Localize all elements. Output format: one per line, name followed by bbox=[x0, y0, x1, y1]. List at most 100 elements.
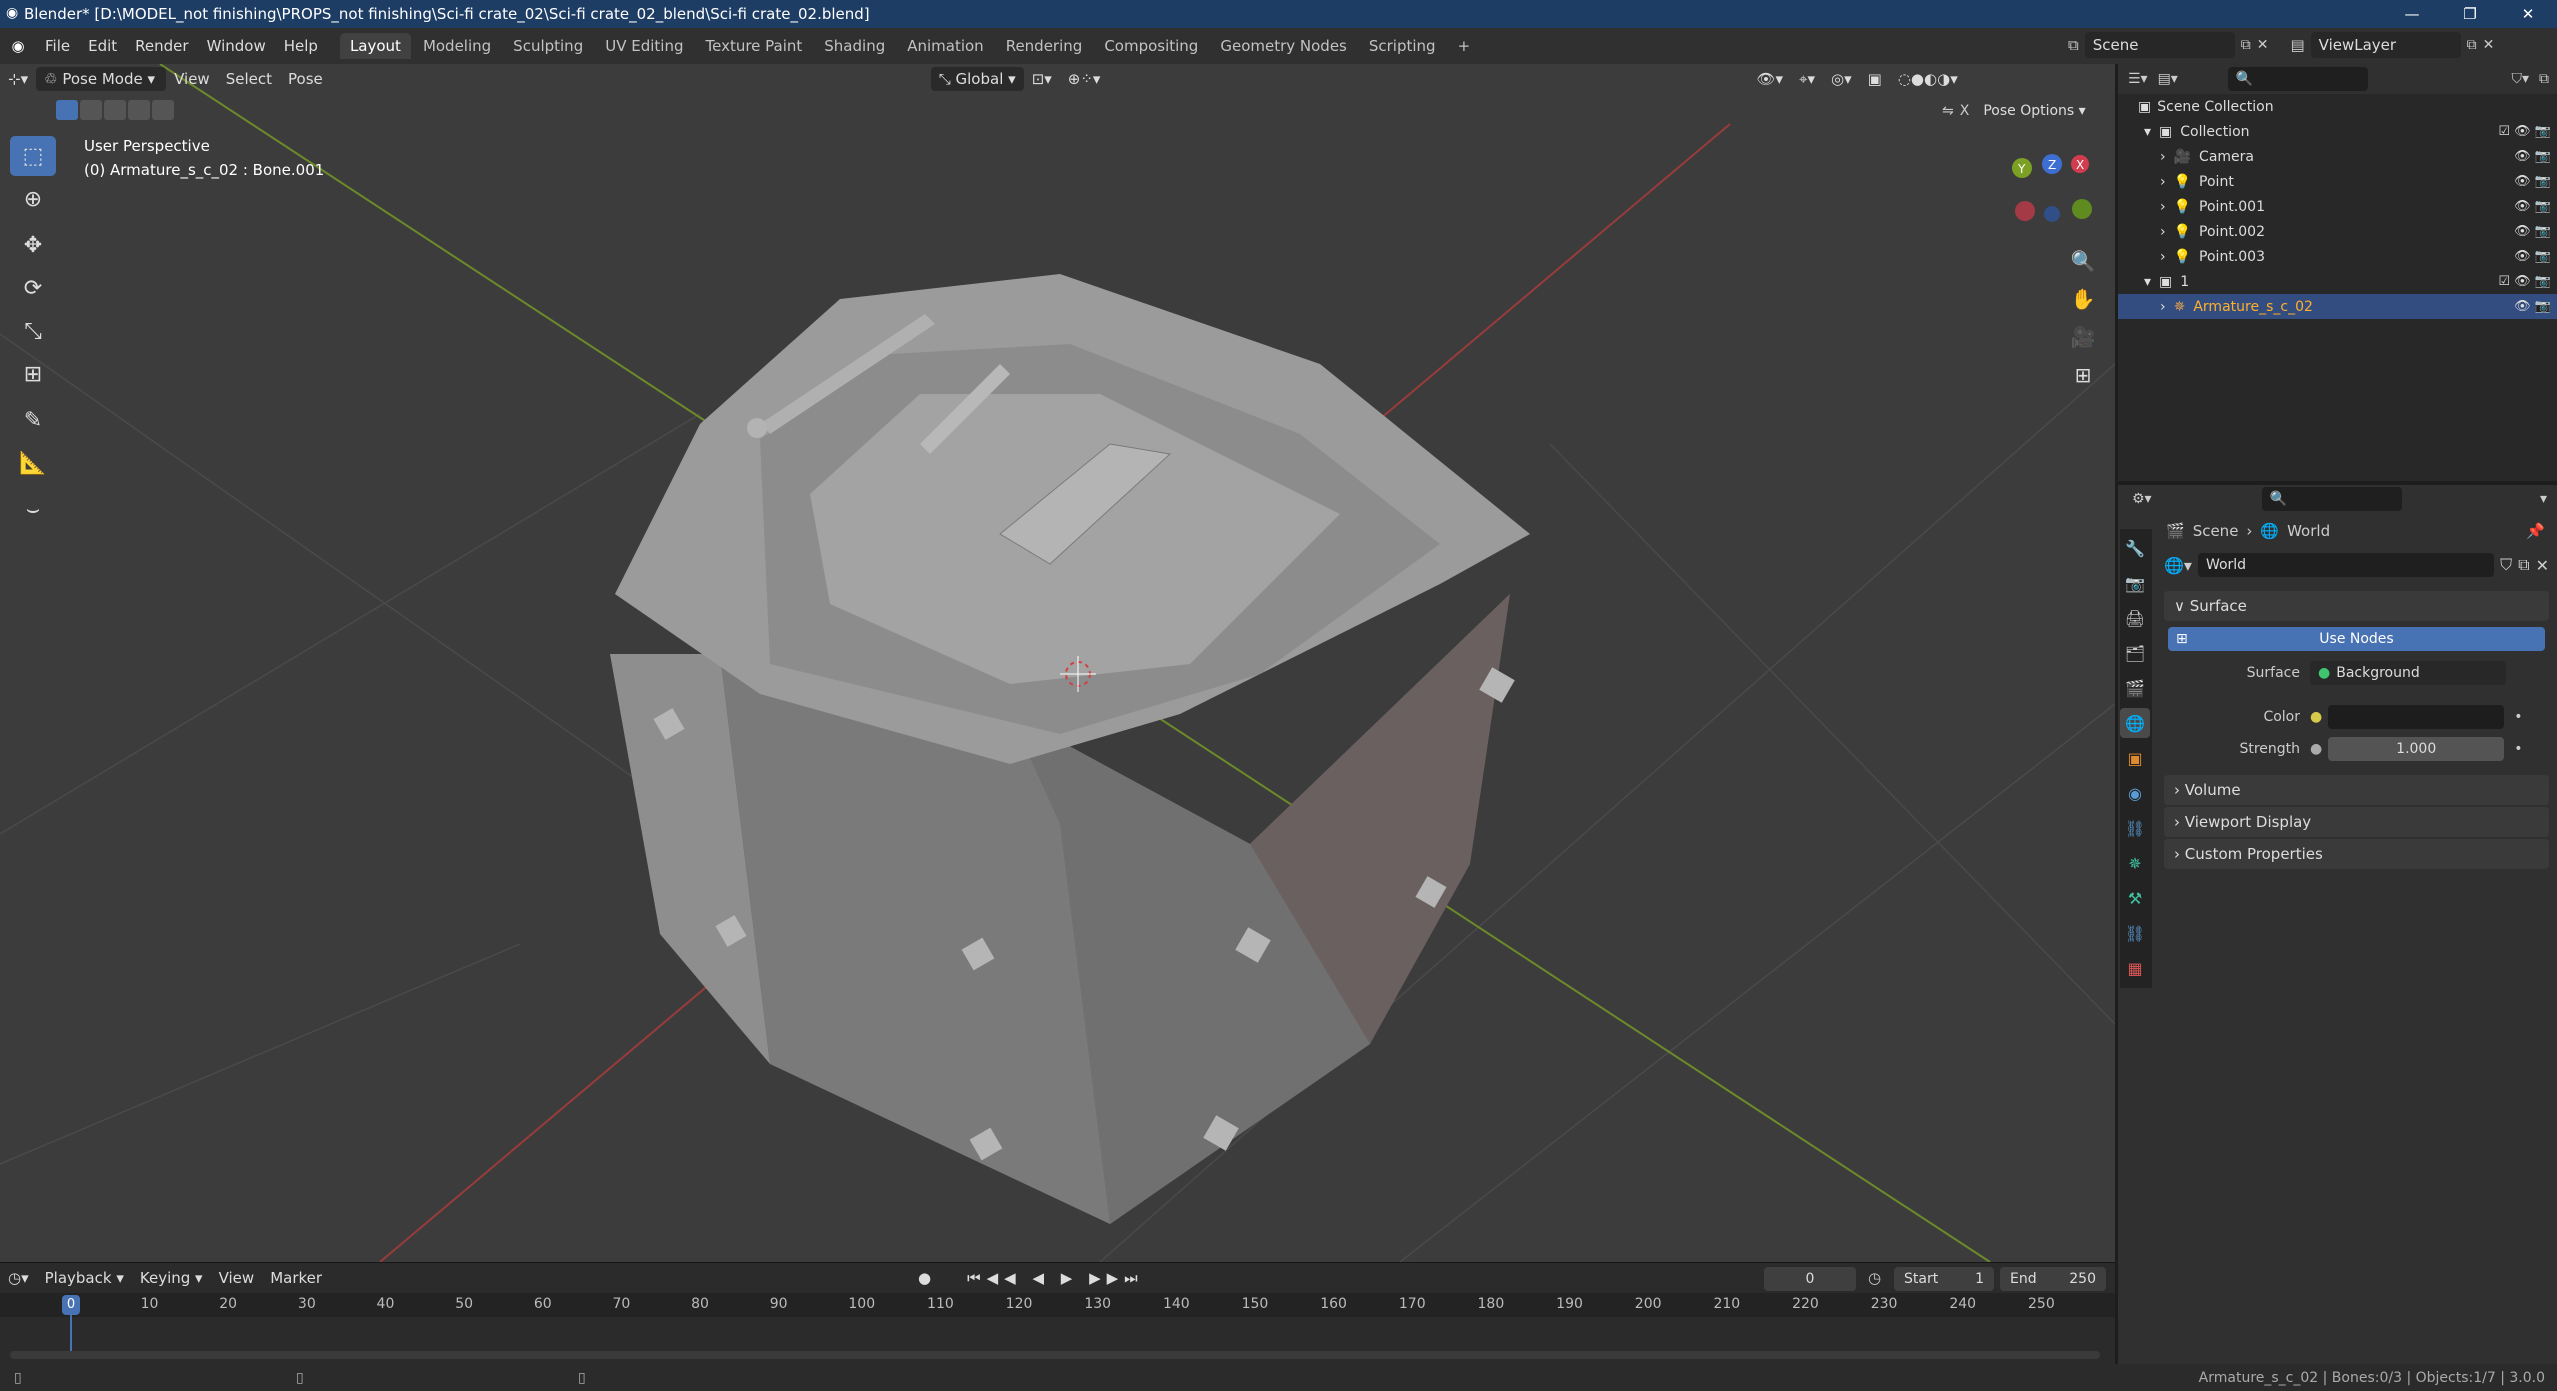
ortho-grid-icon[interactable]: ⊞ bbox=[2066, 358, 2100, 392]
shading-modes-icon[interactable]: ◌●◐◑▾ bbox=[1890, 67, 1966, 91]
viewlayer-field[interactable]: ViewLayer bbox=[2310, 32, 2461, 58]
zoom-icon[interactable]: 🔍 bbox=[2066, 244, 2100, 278]
scene-new-icon[interactable]: ⧉ bbox=[2241, 32, 2251, 58]
expand-toggle-icon[interactable]: › bbox=[2160, 249, 2166, 265]
use-nodes-button[interactable]: ⊞ Use Nodes bbox=[2168, 627, 2545, 651]
visibility-toggles[interactable]: 👁 📷 bbox=[2514, 174, 2551, 189]
menu-window[interactable]: Window bbox=[198, 37, 275, 55]
tab-modeling[interactable]: Modeling bbox=[413, 33, 501, 59]
visibility-toggles[interactable]: ☑ 👁 📷 bbox=[2498, 124, 2551, 139]
measure-tool[interactable]: 📐 bbox=[10, 443, 56, 483]
scene-field[interactable]: Scene bbox=[2084, 32, 2235, 58]
view-layer-tab-icon[interactable]: 🗂 bbox=[2120, 638, 2150, 668]
fake-user-icon[interactable]: ⛉ bbox=[2500, 555, 2512, 575]
visibility-toggles[interactable]: 👁 📷 bbox=[2514, 199, 2551, 214]
outliner[interactable]: ☰▾ ▤▾ 🔍 ⛉▾ ⧉ ▣ Scene Collection ▾ ▣ Collec… bbox=[2118, 64, 2557, 481]
outliner-row[interactable]: › 💡 Point.002 👁 📷 bbox=[2118, 219, 2557, 244]
scene-remove-icon[interactable]: ✕ bbox=[2257, 32, 2269, 58]
visibility-toggles[interactable]: 👁 📷 bbox=[2514, 224, 2551, 239]
add-workspace-button[interactable]: + bbox=[1448, 33, 1481, 59]
properties-search-input[interactable]: 🔍 bbox=[2261, 487, 2402, 511]
annotate-tool[interactable]: ✎ bbox=[10, 400, 56, 440]
gizmo-toggle-icon[interactable]: ⌖▾ bbox=[1791, 67, 1823, 91]
move-tool[interactable]: ✥ bbox=[10, 225, 56, 265]
record-icon[interactable]: ● bbox=[910, 1266, 939, 1290]
menu-render[interactable]: Render bbox=[126, 37, 197, 55]
surface-panel-header[interactable]: ∨ Surface bbox=[2164, 591, 2549, 621]
expand-toggle-icon[interactable]: › bbox=[2160, 149, 2166, 165]
transform-tool[interactable]: ⊞ bbox=[10, 354, 56, 394]
menu-timeline-view[interactable]: View bbox=[211, 1266, 263, 1290]
pin-icon[interactable]: 📌 bbox=[2526, 522, 2545, 540]
mode-selector[interactable]: ♲ Pose Mode ▾ bbox=[36, 67, 167, 91]
camera-view-icon[interactable]: 🎥 bbox=[2066, 320, 2100, 354]
orientation-selector[interactable]: ⤡ Global ▾ bbox=[930, 67, 1024, 91]
menu-pose[interactable]: Pose bbox=[280, 67, 331, 91]
world-tab-icon[interactable]: 🌐 bbox=[2120, 708, 2150, 738]
current-frame-field[interactable]: 0 bbox=[1764, 1267, 1856, 1291]
select-invert-icon[interactable] bbox=[128, 100, 150, 120]
tab-scripting[interactable]: Scripting bbox=[1359, 33, 1446, 59]
bone-constraints-tab-icon[interactable]: ⛓ bbox=[2120, 918, 2150, 948]
constraints-tab-icon[interactable]: ⛓ bbox=[2120, 813, 2150, 843]
tab-texture-paint[interactable]: Texture Paint bbox=[695, 33, 812, 59]
outliner-row[interactable]: › 💡 Point 👁 📷 bbox=[2118, 169, 2557, 194]
properties-editor[interactable]: ⚙▾ 🔍 ▾ 🔧 📷 🖨 🗂 🎬 🌐 ▣ ◉ ⛓ ✵ ⚒ ⛓ ▦ 🎬 Scene… bbox=[2118, 485, 2557, 1364]
menu-help[interactable]: Help bbox=[275, 37, 327, 55]
outliner-row[interactable]: › ✵ Armature_s_c_02 👁 📷 bbox=[2118, 294, 2557, 319]
output-tab-icon[interactable]: 🖨 bbox=[2120, 603, 2150, 633]
blender-menu-icon[interactable]: ◉ bbox=[0, 37, 36, 55]
expand-toggle-icon[interactable]: › bbox=[2160, 174, 2166, 190]
tab-uv-editing[interactable]: UV Editing bbox=[595, 33, 693, 59]
tab-rendering[interactable]: Rendering bbox=[996, 33, 1093, 59]
surface-shader-field[interactable]: ● Background bbox=[2310, 661, 2506, 685]
outliner-row[interactable]: ▾ ▣ 1 ☑ 👁 📷 bbox=[2118, 269, 2557, 294]
new-collection-icon[interactable]: ⧉ bbox=[2539, 71, 2549, 87]
expand-toggle-icon[interactable]: ▾ bbox=[2144, 274, 2151, 290]
pan-hand-icon[interactable]: ✋ bbox=[2066, 282, 2100, 316]
outliner-row[interactable]: › 💡 Point.001 👁 📷 bbox=[2118, 194, 2557, 219]
expand-toggle-icon[interactable]: › bbox=[2160, 224, 2166, 240]
render-tab-icon[interactable]: 📷 bbox=[2120, 568, 2150, 598]
visibility-toggles[interactable]: ☑ 👁 📷 bbox=[2498, 274, 2551, 289]
overlay-toggle-icon[interactable]: ◎▾ bbox=[1823, 67, 1860, 91]
menu-playback[interactable]: Playback ▾ bbox=[37, 1266, 132, 1290]
tab-animation[interactable]: Animation bbox=[897, 33, 993, 59]
outliner-editor-icon[interactable]: ☰▾ bbox=[2128, 71, 2148, 87]
properties-editor-icon[interactable]: ⚙▾ bbox=[2132, 491, 2152, 507]
color-keyframe-icon[interactable]: • bbox=[2514, 709, 2522, 725]
menu-edit[interactable]: Edit bbox=[79, 37, 126, 55]
outliner-root-row[interactable]: ▣ Scene Collection bbox=[2118, 94, 2557, 119]
cursor-tool[interactable]: ⊕ bbox=[10, 179, 56, 219]
snap-icon[interactable]: ⊕⁘▾ bbox=[1060, 67, 1109, 91]
start-frame-field[interactable]: Start 1 bbox=[1894, 1267, 1994, 1291]
x-mirror-toggle[interactable]: X bbox=[1960, 103, 1970, 119]
scene-tab-icon[interactable]: 🎬 bbox=[2120, 673, 2150, 703]
select-extend-icon[interactable] bbox=[80, 100, 102, 120]
scene-browse-icon[interactable]: ⧉ bbox=[2068, 32, 2079, 58]
select-intersect-icon[interactable] bbox=[152, 100, 174, 120]
menu-marker[interactable]: Marker bbox=[262, 1266, 330, 1290]
menu-select[interactable]: Select bbox=[218, 67, 280, 91]
outliner-row[interactable]: ▾ ▣ Collection ☑ 👁 📷 bbox=[2118, 119, 2557, 144]
maximize-button[interactable]: ❐ bbox=[2441, 0, 2499, 28]
tool-tab-icon[interactable]: 🔧 bbox=[2120, 533, 2150, 563]
rotate-tool[interactable]: ⟳ bbox=[10, 268, 56, 308]
visibility-toggles[interactable]: 👁 📷 bbox=[2514, 149, 2551, 164]
strength-keyframe-icon[interactable]: • bbox=[2514, 741, 2522, 757]
expand-toggle-icon[interactable]: ▾ bbox=[2144, 124, 2151, 140]
outliner-search-input[interactable]: 🔍 bbox=[2227, 67, 2368, 91]
3d-viewport[interactable]: Z Y X User Perspective (0) Armature_s_c_… bbox=[0, 64, 2115, 1262]
frame-ruler[interactable]: 0 10 20 30 40 50 60 70 80 90 100 110 120 130 140 150 160… bbox=[0, 1293, 2115, 1317]
viewlayer-remove-icon[interactable]: ✕ bbox=[2483, 32, 2495, 58]
color-swatch[interactable] bbox=[2328, 705, 2505, 729]
expand-toggle-icon[interactable]: › bbox=[2160, 299, 2166, 315]
bone-tab-icon[interactable]: ⚒ bbox=[2120, 883, 2150, 913]
xray-toggle-icon[interactable]: ▣ bbox=[1860, 67, 1890, 91]
scale-tool[interactable]: ⤡ bbox=[10, 311, 56, 351]
pose-options-button[interactable]: Pose Options ▾ bbox=[1975, 100, 2093, 122]
viewlayer-new-icon[interactable]: ⧉ bbox=[2467, 32, 2477, 58]
texture-tab-icon[interactable]: ▦ bbox=[2120, 953, 2150, 983]
viewport-display-panel-header[interactable]: › Viewport Display bbox=[2164, 807, 2549, 837]
viewlayer-browse-icon[interactable]: ▤ bbox=[2290, 32, 2304, 58]
